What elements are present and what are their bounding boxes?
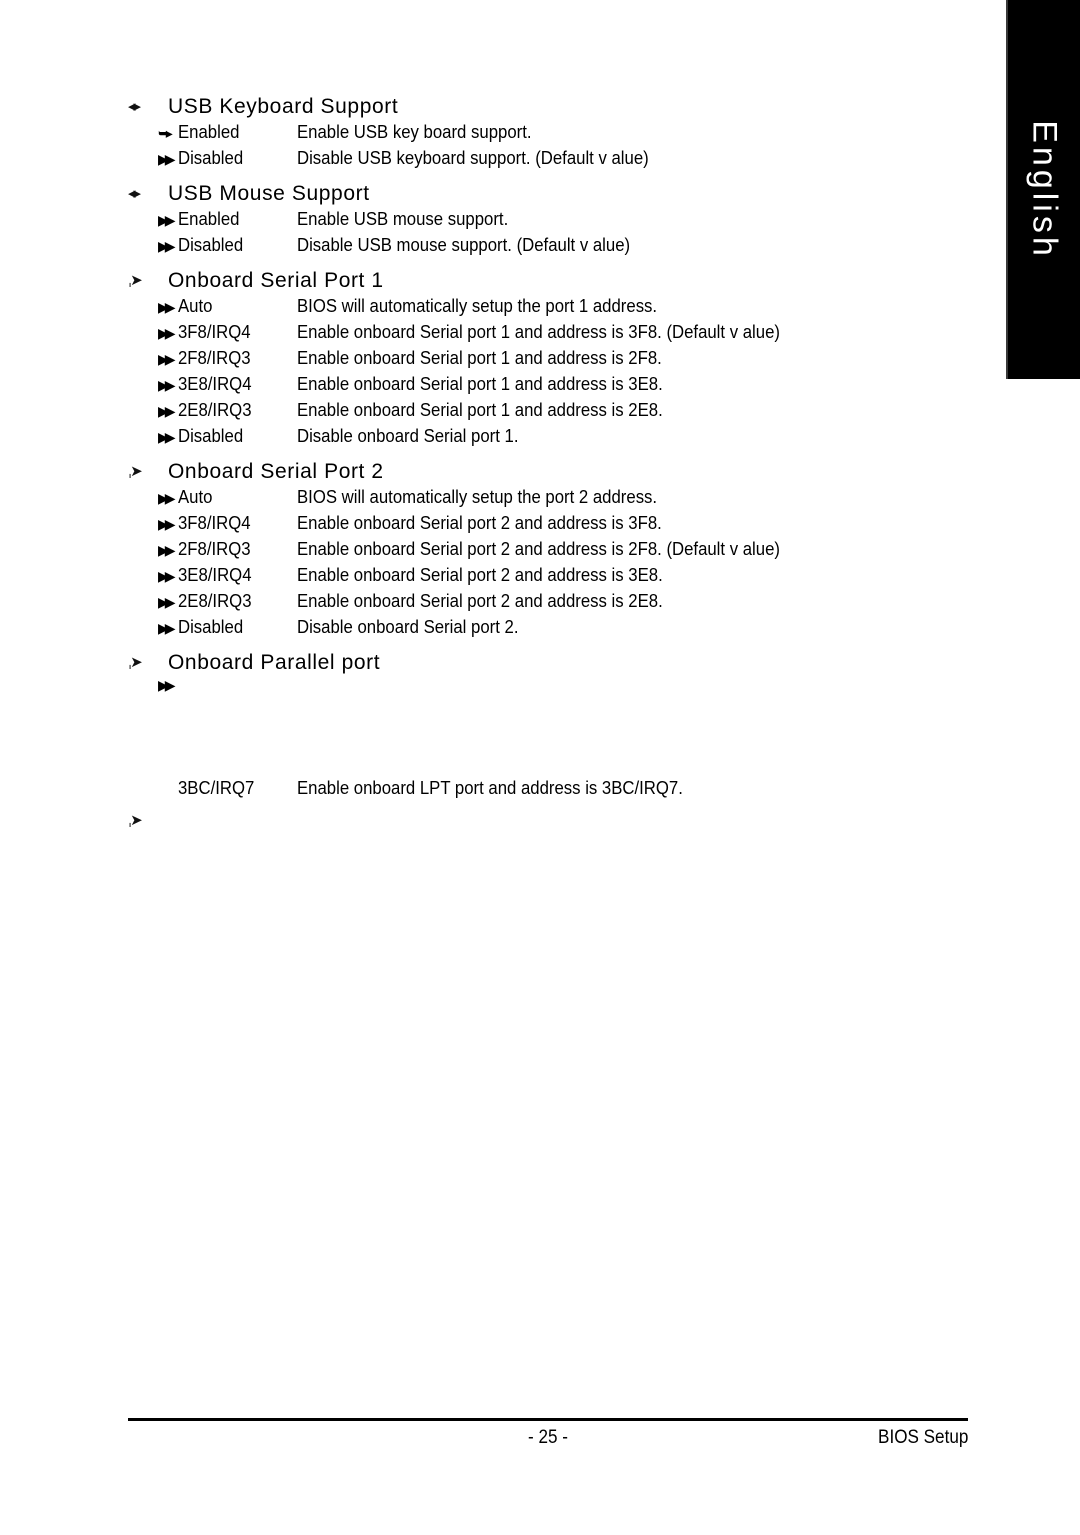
option-row: ▶▶ 3F8/IRQ4 Enable onboard Serial port 2… [128, 514, 888, 532]
option-label: 2E8/IRQ3 [178, 591, 252, 611]
option-label: Disabled [178, 235, 244, 255]
option-label: 3E8/IRQ4 [178, 374, 252, 394]
option-marker-icon: ▶▶ [158, 352, 176, 368]
option-label: 2F8/IRQ3 [178, 348, 251, 368]
section-onboard-serial-port-2: ˌ➤ Onboard Serial Port 2 ▶▶ Auto BIOS wi… [128, 461, 888, 636]
section-heading: ◂▸ USB Keyboard Support [128, 96, 888, 117]
option-marker-icon: ▶▶ [158, 239, 176, 255]
option-marker-icon: ▶▶ [158, 430, 176, 446]
option-row: ▶▶ 3F8/IRQ4 Enable onboard Serial port 1… [128, 323, 888, 341]
section-marker-icon: ˌ➤ [128, 271, 143, 289]
option-label: 2E8/IRQ3 [178, 400, 252, 420]
option-marker-icon: ▶▶ [158, 517, 176, 533]
option-label: 2F8/IRQ3 [178, 539, 251, 559]
option-row: ▶▶ 2F8/IRQ3 Enable onboard Serial port 1… [128, 349, 888, 367]
option-description: Enable USB mouse support. [297, 209, 509, 229]
section-usb-keyboard-support: ◂▸ USB Keyboard Support ➥▸ Enabled Enabl… [128, 96, 888, 167]
page-footer: - 25 - BIOS Setup [128, 1418, 968, 1467]
blank-spacer [128, 705, 888, 779]
option-label: 3F8/IRQ4 [178, 513, 251, 533]
option-row: ▶▶ Disabled Disable onboard Serial port … [128, 618, 888, 636]
option-marker-icon: ▶▶ [158, 621, 176, 637]
footer-section-label: BIOS Setup [877, 1427, 968, 1448]
option-label: Auto [178, 487, 213, 507]
option-label: Disabled [178, 426, 244, 446]
section-heading: ˌ➤ Onboard Parallel port [128, 652, 888, 673]
section-heading: ˌ➤ Onboard Serial Port 1 [128, 270, 888, 291]
option-description: Enable onboard Serial port 2 and address… [297, 513, 662, 533]
option-description: Disable onboard Serial port 2. [297, 617, 519, 637]
option-description: Disable onboard Serial port 1. [297, 426, 519, 446]
option-marker-icon: ▶▶ [158, 300, 176, 316]
option-description: Enable USB key board support. [297, 122, 532, 142]
option-description: Enable onboard Serial port 2 and address… [297, 591, 663, 611]
document-page: English ◂▸ USB Keyboard Support ➥▸ Enabl… [0, 0, 1080, 1535]
trailing-section-marker-icon: ˌ➤ [128, 811, 143, 829]
option-row: ▶▶ Disabled Disable USB mouse support. (… [128, 236, 888, 254]
option-row: ▶▶ Disabled Disable onboard Serial port … [128, 427, 888, 445]
option-description: BIOS will automatically setup the port 1… [297, 296, 658, 316]
option-row: ▶▶ 3E8/IRQ4 Enable onboard Serial port 1… [128, 375, 888, 393]
option-label: 3E8/IRQ4 [178, 565, 252, 585]
page-content: ◂▸ USB Keyboard Support ➥▸ Enabled Enabl… [128, 96, 888, 833]
option-row: ▶▶ Auto BIOS will automatically setup th… [128, 297, 888, 315]
section-marker-icon: ◂▸ [128, 97, 141, 115]
section-onboard-serial-port-1: ˌ➤ Onboard Serial Port 1 ▶▶ Auto BIOS wi… [128, 270, 888, 445]
option-label: Auto [178, 296, 213, 316]
option-description: Enable onboard Serial port 2 and address… [297, 565, 663, 585]
section-marker-icon: ˌ➤ [128, 462, 143, 480]
option-description: Enable onboard Serial port 1 and address… [297, 400, 663, 420]
language-tab-label: English [1025, 119, 1064, 260]
option-marker-icon: ▶▶ [158, 491, 176, 507]
option-row: ▶▶ 2E8/IRQ3 Enable onboard Serial port 1… [128, 401, 888, 419]
option-marker-icon: ▶▶ [158, 326, 176, 342]
option-label: Disabled [178, 617, 244, 637]
option-description: Enable onboard Serial port 1 and address… [297, 374, 663, 394]
section-title: Onboard Parallel port [168, 651, 381, 674]
option-row: ▶▶ 2F8/IRQ3 Enable onboard Serial port 2… [128, 540, 888, 558]
section-title: USB Mouse Support [168, 182, 370, 205]
option-marker-icon: ▶▶ [158, 595, 176, 611]
option-label: 3BC/IRQ7 [178, 778, 255, 798]
page-number: - 25 - [528, 1427, 568, 1448]
option-marker-icon: ➥▸ [158, 126, 173, 142]
option-row: 3BC/IRQ7 Enable onboard LPT port and add… [128, 779, 888, 797]
option-row: ➥▸ Enabled Enable USB key board support. [128, 123, 888, 141]
option-description: Enable onboard Serial port 1 and address… [297, 322, 780, 342]
option-description: Enable onboard Serial port 2 and address… [297, 539, 780, 559]
section-usb-mouse-support: ◂▸ USB Mouse Support ▶▶ Enabled Enable U… [128, 183, 888, 254]
option-row: ▶▶ Auto BIOS will automatically setup th… [128, 488, 888, 506]
option-description: Disable USB mouse support. (Default v al… [297, 235, 631, 255]
footer-divider [128, 1418, 968, 1421]
language-tab: English [1006, 0, 1080, 379]
option-marker-icon: ▶▶ [158, 378, 176, 394]
option-row: ▶▶ Disabled Disable USB keyboard support… [128, 149, 888, 167]
section-heading: ◂▸ USB Mouse Support [128, 183, 888, 204]
section-heading: ˌ➤ Onboard Serial Port 2 [128, 461, 888, 482]
option-description: BIOS will automatically setup the port 2… [297, 487, 658, 507]
option-marker-icon: ▶▶ [158, 152, 176, 168]
option-description: Enable onboard LPT port and address is 3… [297, 778, 683, 798]
section-onboard-parallel-port: ˌ➤ Onboard Parallel port ▶▶ 3BC/IRQ7 Ena… [128, 652, 888, 797]
option-description: Disable USB keyboard support. (Default v… [297, 148, 649, 168]
option-label: 3F8/IRQ4 [178, 322, 251, 342]
option-row: ▶▶ Enabled Enable USB mouse support. [128, 210, 888, 228]
orphan-option-marker-icon: ▶▶ [158, 678, 176, 694]
section-marker-icon: ◂▸ [128, 184, 141, 202]
option-row: ▶▶ 3E8/IRQ4 Enable onboard Serial port 2… [128, 566, 888, 584]
section-title: Onboard Serial Port 1 [168, 269, 384, 292]
section-marker-icon: ˌ➤ [128, 653, 143, 671]
option-marker-icon: ▶▶ [158, 569, 176, 585]
option-label: Enabled [178, 122, 240, 142]
section-title: Onboard Serial Port 2 [168, 460, 384, 483]
section-title: USB Keyboard Support [168, 95, 399, 118]
option-label: Enabled [178, 209, 240, 229]
option-row: ▶▶ 2E8/IRQ3 Enable onboard Serial port 2… [128, 592, 888, 610]
option-marker-icon: ▶▶ [158, 543, 176, 559]
option-marker-icon: ▶▶ [158, 404, 176, 420]
option-label: Disabled [178, 148, 244, 168]
footer-row: - 25 - BIOS Setup [128, 1427, 968, 1467]
option-marker-icon: ▶▶ [158, 213, 176, 229]
option-description: Enable onboard Serial port 1 and address… [297, 348, 662, 368]
